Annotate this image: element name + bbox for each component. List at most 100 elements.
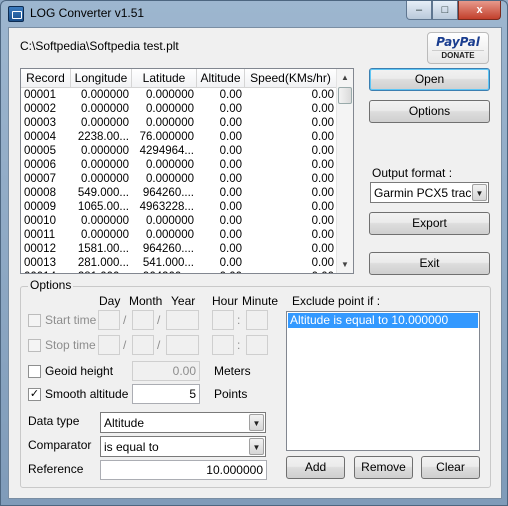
- table-row[interactable]: 00009 1065.00... 4963228... 0.00 0.00: [21, 200, 337, 214]
- table-row[interactable]: 00010 0.000000 0.000000 0.00 0.00: [21, 214, 337, 228]
- start-month-field[interactable]: [132, 310, 154, 330]
- cell-longitude: 0.000000: [81, 173, 129, 185]
- options-button[interactable]: Options: [369, 100, 490, 123]
- smooth-points-field[interactable]: 5: [132, 384, 200, 404]
- cell-record: 00009: [24, 201, 56, 213]
- cell-speed: 0.00: [311, 229, 334, 241]
- cell-speed: 0.00: [311, 145, 334, 157]
- chevron-down-icon[interactable]: ▼: [472, 184, 487, 201]
- app-icon[interactable]: [8, 6, 24, 22]
- geoid-height-field[interactable]: 0.00: [132, 361, 200, 381]
- data-type-select[interactable]: Altitude ▼: [100, 412, 266, 433]
- open-button[interactable]: Open: [369, 68, 490, 91]
- paypal-logo: PayPal: [436, 35, 480, 49]
- table-row[interactable]: 00011 0.000000 0.000000 0.00 0.00: [21, 228, 337, 242]
- table-scrollbar[interactable]: ▲ ▼: [336, 69, 353, 273]
- table-row[interactable]: 00008 549.000... 964260.... 0.00 0.00: [21, 186, 337, 200]
- stop-time-checkbox[interactable]: [28, 339, 41, 352]
- remove-button[interactable]: Remove: [354, 456, 413, 479]
- start-day-field[interactable]: [98, 310, 120, 330]
- stop-minute-field[interactable]: [246, 335, 268, 355]
- close-button[interactable]: x: [458, 1, 501, 20]
- chevron-down-icon[interactable]: ▼: [249, 414, 264, 431]
- maximize-button[interactable]: □: [432, 1, 458, 20]
- table-row[interactable]: 00005 0.000000 4294964... 0.00 0.00: [21, 144, 337, 158]
- exclude-list-item[interactable]: Altitude is equal to 10.000000: [288, 313, 478, 328]
- start-time-checkbox[interactable]: [28, 314, 41, 327]
- cell-altitude: 0.00: [219, 229, 242, 241]
- table-row[interactable]: 00002 0.000000 0.000000 0.00 0.00: [21, 102, 337, 116]
- cell-record: 00013: [24, 257, 56, 269]
- cell-record: 00004: [24, 131, 56, 143]
- stop-day-field[interactable]: [98, 335, 120, 355]
- smooth-altitude-checkbox[interactable]: ✓: [28, 388, 41, 401]
- start-time-label: Start time: [45, 313, 97, 327]
- cell-latitude: 4294964...: [139, 145, 194, 157]
- stop-hour-field[interactable]: [212, 335, 234, 355]
- scroll-up-icon[interactable]: ▲: [337, 69, 353, 86]
- cell-speed: 0.00: [311, 187, 334, 199]
- year-header: Year: [171, 294, 196, 308]
- scroll-down-icon[interactable]: ▼: [337, 256, 353, 273]
- cell-speed: 0.00: [311, 103, 334, 115]
- table-row[interactable]: 00012 1581.00... 964260.... 0.00 0.00: [21, 242, 337, 256]
- start-hour-field[interactable]: [212, 310, 234, 330]
- cell-latitude: 964260....: [142, 243, 194, 255]
- chevron-down-icon[interactable]: ▼: [249, 438, 264, 455]
- cell-altitude: 0.00: [219, 243, 242, 255]
- client-area: C:\Softpedia\Softpedia test.plt PayPal D…: [8, 27, 502, 499]
- cell-altitude: 0.00: [219, 257, 242, 269]
- table-row[interactable]: 00003 0.000000 0.000000 0.00 0.00: [21, 116, 337, 130]
- cell-longitude: 1065.00...: [77, 201, 129, 213]
- cell-latitude: 541.000...: [142, 257, 194, 269]
- start-minute-field[interactable]: [246, 310, 268, 330]
- table-row[interactable]: 00007 0.000000 0.000000 0.00 0.00: [21, 172, 337, 186]
- exclude-label: Exclude point if :: [292, 294, 381, 308]
- data-type-value: Altitude: [104, 416, 145, 430]
- date-separator: /: [157, 338, 161, 352]
- comparator-value: is equal to: [104, 440, 159, 454]
- geoid-height-checkbox[interactable]: [28, 365, 41, 378]
- cell-speed: 0.00: [311, 243, 334, 255]
- cell-speed: 0.00: [311, 201, 334, 213]
- scroll-thumb[interactable]: [338, 87, 352, 104]
- cell-altitude: 0.00: [219, 145, 242, 157]
- table-header: Record Longitude Latitude Altitude Speed…: [21, 69, 337, 88]
- clear-button[interactable]: Clear: [421, 456, 480, 479]
- export-button[interactable]: Export: [369, 212, 490, 235]
- output-format-select[interactable]: Garmin PCX5 track ( ▼: [370, 182, 489, 203]
- cell-speed: 0.00: [245, 270, 337, 273]
- title-bar[interactable]: LOG Converter v1.51 – □ x: [1, 1, 507, 27]
- date-separator: /: [123, 338, 127, 352]
- minimize-button[interactable]: –: [406, 1, 432, 20]
- stop-year-field[interactable]: [166, 335, 199, 355]
- cell-longitude: 0.000000: [81, 145, 129, 157]
- exclude-list[interactable]: Altitude is equal to 10.000000: [286, 311, 480, 451]
- table-row[interactable]: 00013 281.000... 541.000... 0.00 0.00: [21, 256, 337, 270]
- add-button[interactable]: Add: [286, 456, 345, 479]
- geoid-height-label: Geoid height: [45, 364, 114, 378]
- reference-field[interactable]: 10.000000: [100, 460, 267, 480]
- paypal-donate-button[interactable]: PayPal DONATE: [427, 32, 489, 64]
- cell-longitude: 2238.00...: [77, 131, 129, 143]
- table-row[interactable]: 00001 0.000000 0.000000 0.00 0.00: [21, 88, 337, 102]
- cell-speed: 0.00: [311, 257, 334, 269]
- column-header-latitude[interactable]: Latitude: [132, 69, 197, 88]
- table-row[interactable]: 00006 0.000000 0.000000 0.00 0.00: [21, 158, 337, 172]
- comparator-select[interactable]: is equal to ▼: [100, 436, 266, 457]
- cell-latitude: 0.000000: [146, 89, 194, 101]
- table-row[interactable]: 00004 2238.00... 76.000000 0.00 0.00: [21, 130, 337, 144]
- exit-button[interactable]: Exit: [369, 252, 490, 275]
- donate-label: DONATE: [432, 50, 484, 60]
- start-year-field[interactable]: [166, 310, 199, 330]
- cell-speed: 0.00: [311, 215, 334, 227]
- column-header-speed[interactable]: Speed(KMs/hr): [245, 69, 337, 88]
- column-header-longitude[interactable]: Longitude: [71, 69, 132, 88]
- column-header-altitude[interactable]: Altitude: [197, 69, 245, 88]
- column-header-record[interactable]: Record: [21, 69, 71, 88]
- geoid-height-unit: Meters: [214, 364, 251, 378]
- cell-altitude: 0.00: [219, 187, 242, 199]
- records-table[interactable]: Record Longitude Latitude Altitude Speed…: [20, 68, 354, 274]
- stop-month-field[interactable]: [132, 335, 154, 355]
- table-row[interactable]: 00014281.000...964260....0.000.00: [21, 270, 337, 273]
